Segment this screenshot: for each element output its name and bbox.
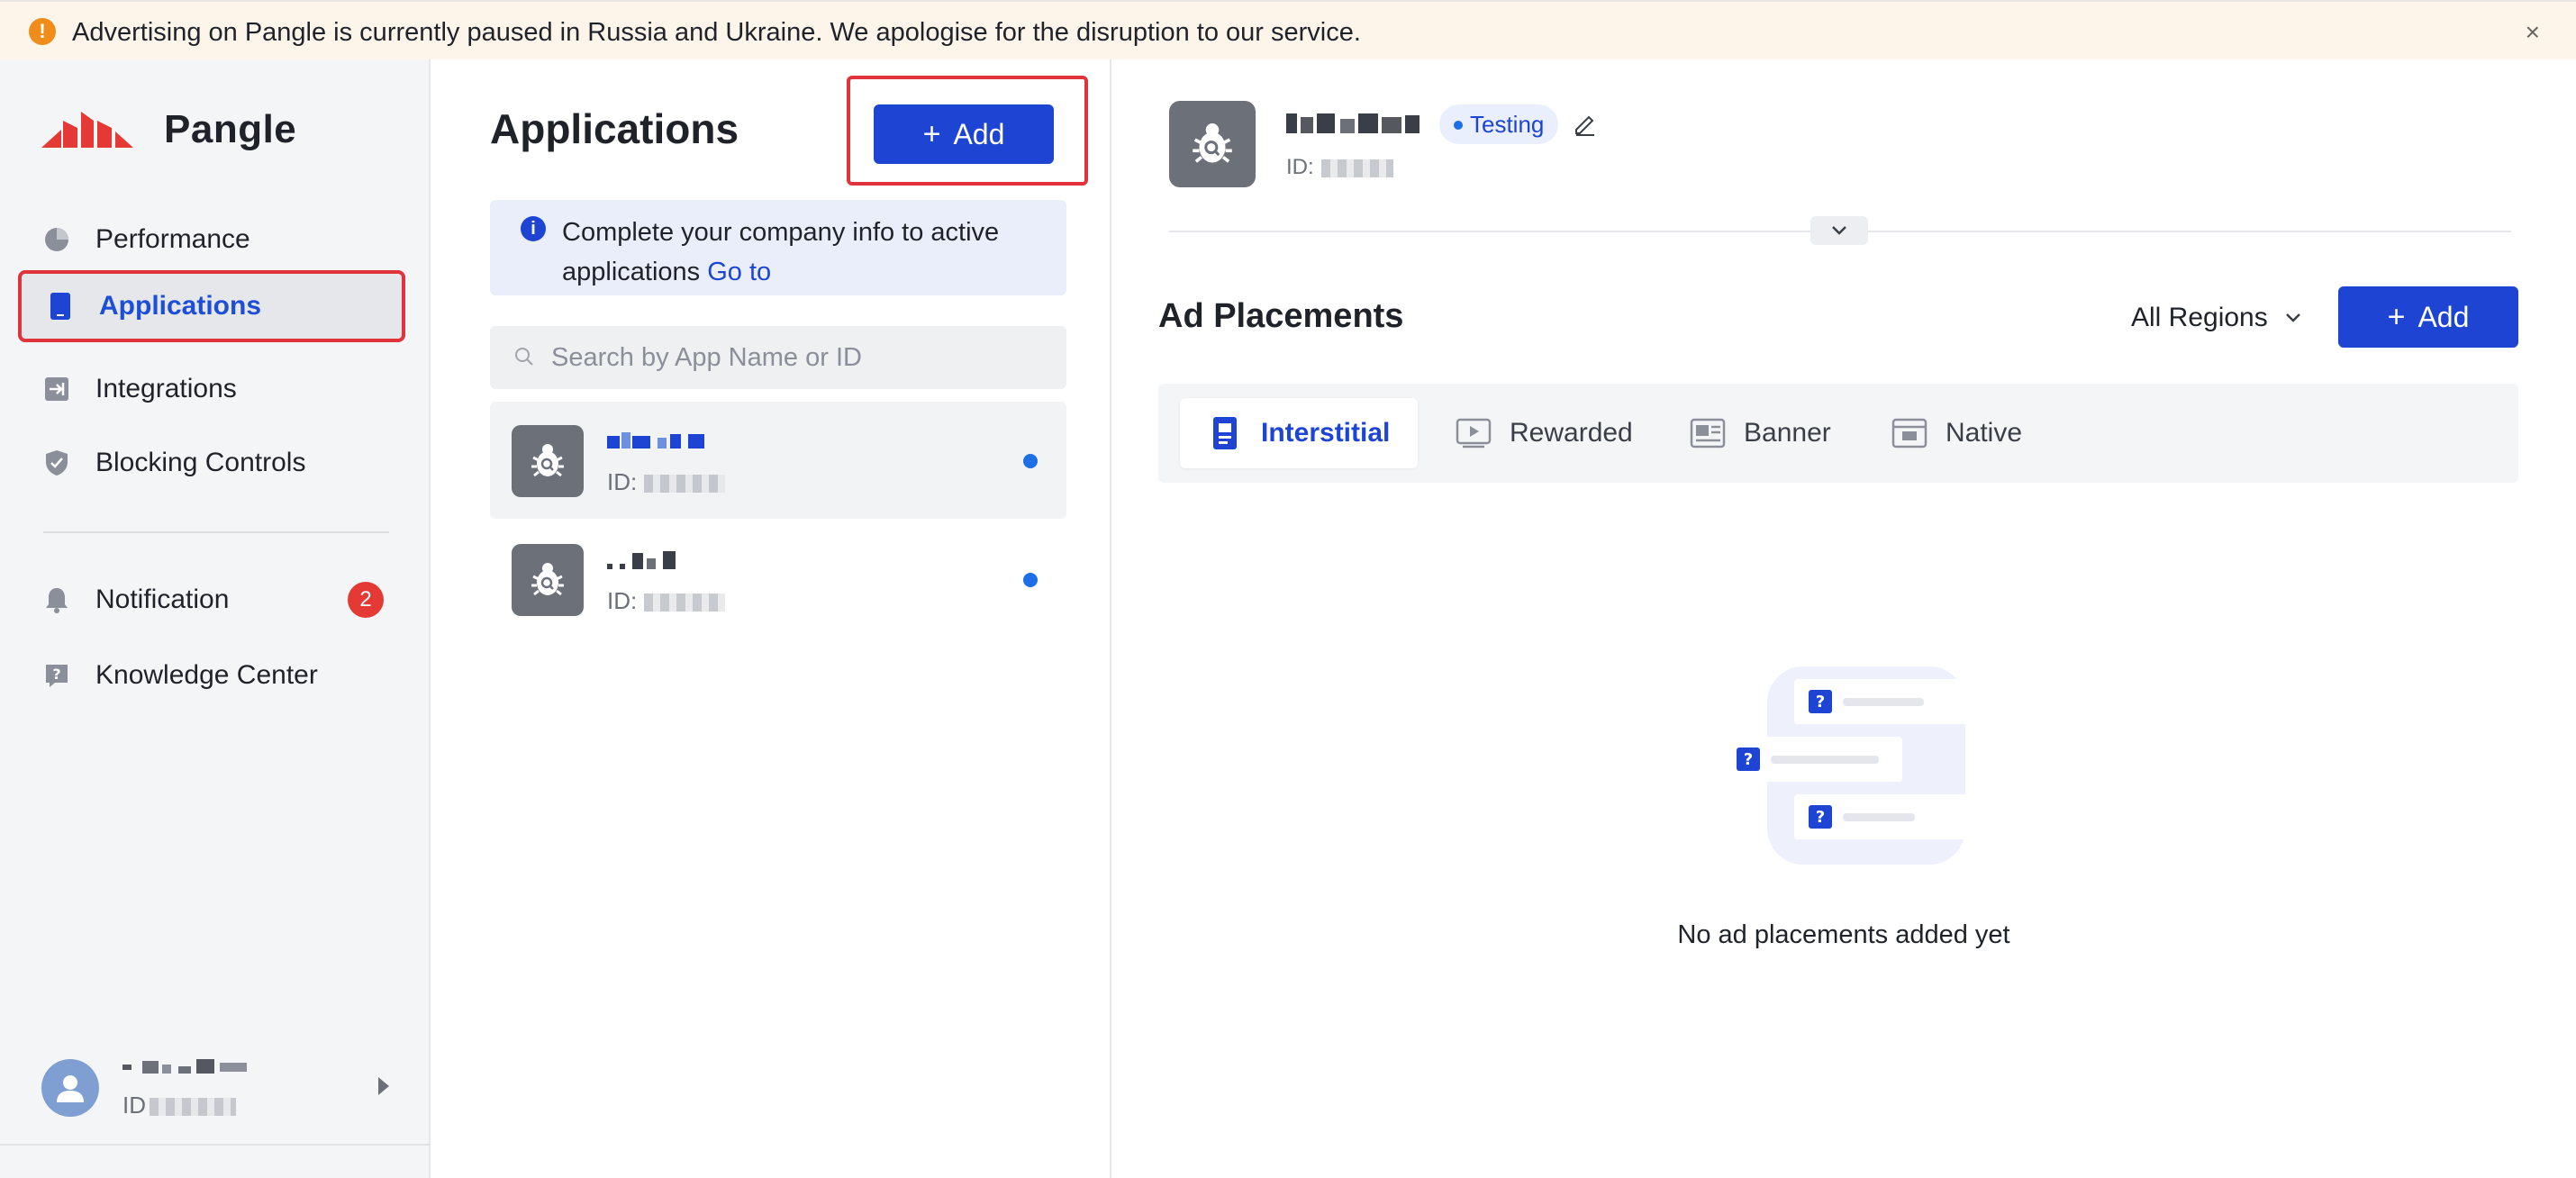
sidebar-item-label: Applications bbox=[99, 291, 262, 321]
bug-icon bbox=[1193, 123, 1232, 163]
expand-toggle[interactable] bbox=[1810, 216, 1868, 245]
sidebar-divider bbox=[0, 1144, 431, 1146]
svg-text:?: ? bbox=[52, 666, 60, 683]
plus-icon: + bbox=[2387, 299, 2406, 334]
add-application-button[interactable]: + Add bbox=[874, 104, 1054, 164]
section-title: Ad Placements bbox=[1158, 297, 1404, 335]
sidebar-divider bbox=[43, 531, 389, 533]
app-id: ID: bbox=[607, 468, 726, 496]
app-id: ID: bbox=[1286, 155, 1393, 180]
sidebar-item-label: Blocking Controls bbox=[95, 448, 306, 477]
sidebar-item-label: Performance bbox=[95, 224, 250, 254]
sidebar-item-label: Knowledge Center bbox=[95, 660, 318, 690]
status-dot bbox=[1023, 573, 1038, 587]
rewarded-icon bbox=[1456, 415, 1492, 451]
svg-text:?: ? bbox=[1816, 808, 1825, 827]
avatar bbox=[41, 1059, 99, 1117]
tab-interstitial[interactable]: Interstitial bbox=[1180, 398, 1418, 468]
app-name bbox=[607, 432, 704, 449]
native-icon bbox=[1891, 415, 1927, 451]
app-name bbox=[1286, 113, 1420, 133]
edit-icon[interactable] bbox=[1573, 112, 1598, 137]
add-placement-button[interactable]: + Add bbox=[2338, 286, 2518, 348]
sidebar-item-notification[interactable]: Notification 2 bbox=[18, 564, 405, 636]
bell-icon bbox=[43, 586, 70, 613]
tab-banner[interactable]: Banner bbox=[1690, 398, 1831, 468]
info-alert: i Complete your company info to active a… bbox=[490, 200, 1066, 295]
brand-name: Pangle bbox=[164, 107, 297, 151]
chevron-down-icon bbox=[1832, 226, 1846, 235]
go-to-link[interactable]: Go to bbox=[707, 258, 771, 286]
empty-state-icon: ? ? ? bbox=[1722, 666, 1974, 865]
sidebar-item-label: Integrations bbox=[95, 374, 237, 403]
tab-label: Native bbox=[1946, 418, 2023, 448]
app-name bbox=[607, 551, 676, 569]
logo[interactable]: Pangle bbox=[41, 103, 296, 157]
app-icon bbox=[512, 425, 584, 497]
interstitial-icon bbox=[1207, 415, 1243, 451]
integration-icon bbox=[43, 376, 70, 403]
tab-label: Interstitial bbox=[1261, 418, 1391, 448]
sidebar-item-label: Notification bbox=[95, 584, 230, 614]
sidebar-item-performance[interactable]: Performance bbox=[18, 204, 405, 276]
phone-icon bbox=[47, 293, 74, 320]
add-label: Add bbox=[2417, 300, 2470, 333]
caret-right-icon[interactable] bbox=[378, 1077, 389, 1095]
add-label: Add bbox=[953, 117, 1005, 150]
pie-chart-icon bbox=[43, 226, 70, 253]
app-icon bbox=[1169, 101, 1256, 187]
application-detail: Testing ID: Ad Placements All Regions + … bbox=[1111, 59, 2576, 1178]
announcement-banner: ! Advertising on Pangle is currently pau… bbox=[0, 0, 2576, 59]
warning-icon: ! bbox=[29, 18, 56, 45]
svg-text:?: ? bbox=[1816, 693, 1825, 711]
tab-rewarded[interactable]: Rewarded bbox=[1456, 398, 1633, 468]
info-icon: i bbox=[521, 216, 546, 241]
tab-native[interactable]: Native bbox=[1891, 398, 2022, 468]
svg-text:?: ? bbox=[1744, 750, 1753, 769]
search-icon bbox=[515, 348, 533, 366]
sidebar-item-knowledge-center[interactable]: ? Knowledge Center bbox=[18, 639, 405, 711]
page-title: Applications bbox=[490, 105, 739, 152]
user-icon bbox=[57, 1075, 84, 1102]
sidebar-item-integrations[interactable]: Integrations bbox=[18, 353, 405, 425]
plus-icon: + bbox=[922, 116, 941, 151]
app-list-item[interactable]: ID: bbox=[490, 521, 1066, 638]
banner-text: Advertising on Pangle is currently pause… bbox=[72, 18, 1361, 47]
chevron-down-icon bbox=[2285, 313, 2300, 322]
user-profile[interactable]: ID bbox=[41, 1056, 402, 1120]
info-text: Complete your company info to active app… bbox=[562, 218, 1000, 286]
bug-icon bbox=[531, 563, 564, 596]
applications-panel: Applications + Add i Complete your compa… bbox=[431, 59, 1111, 1178]
user-name bbox=[122, 1059, 247, 1074]
status-dot bbox=[1023, 454, 1038, 468]
search-box bbox=[490, 326, 1066, 389]
app-list-item[interactable]: ID: bbox=[490, 402, 1066, 519]
status-badge: Testing bbox=[1439, 104, 1559, 144]
app-icon bbox=[512, 544, 584, 616]
sidebar-item-applications[interactable]: Applications bbox=[18, 270, 405, 342]
tab-label: Rewarded bbox=[1510, 418, 1633, 448]
sidebar-item-blocking-controls[interactable]: Blocking Controls bbox=[18, 427, 405, 499]
bug-icon bbox=[531, 444, 564, 477]
search-input[interactable] bbox=[551, 326, 1056, 389]
sidebar: Pangle Performance Applications Integrat… bbox=[0, 59, 431, 1178]
close-icon[interactable]: × bbox=[2526, 18, 2540, 47]
user-id: ID bbox=[122, 1092, 236, 1119]
app-id: ID: bbox=[607, 587, 726, 615]
shield-icon bbox=[43, 449, 70, 476]
pangle-logo-icon bbox=[41, 112, 133, 148]
placement-tabs: Interstitial Rewarded Banner Native bbox=[1158, 384, 2518, 483]
regions-select[interactable]: All Regions bbox=[2131, 303, 2302, 333]
help-icon: ? bbox=[43, 662, 70, 689]
tab-label: Banner bbox=[1744, 418, 1831, 448]
notification-badge: 2 bbox=[348, 582, 384, 618]
empty-state-text: No ad placements added yet bbox=[1677, 920, 2010, 949]
banner-icon bbox=[1690, 415, 1726, 451]
